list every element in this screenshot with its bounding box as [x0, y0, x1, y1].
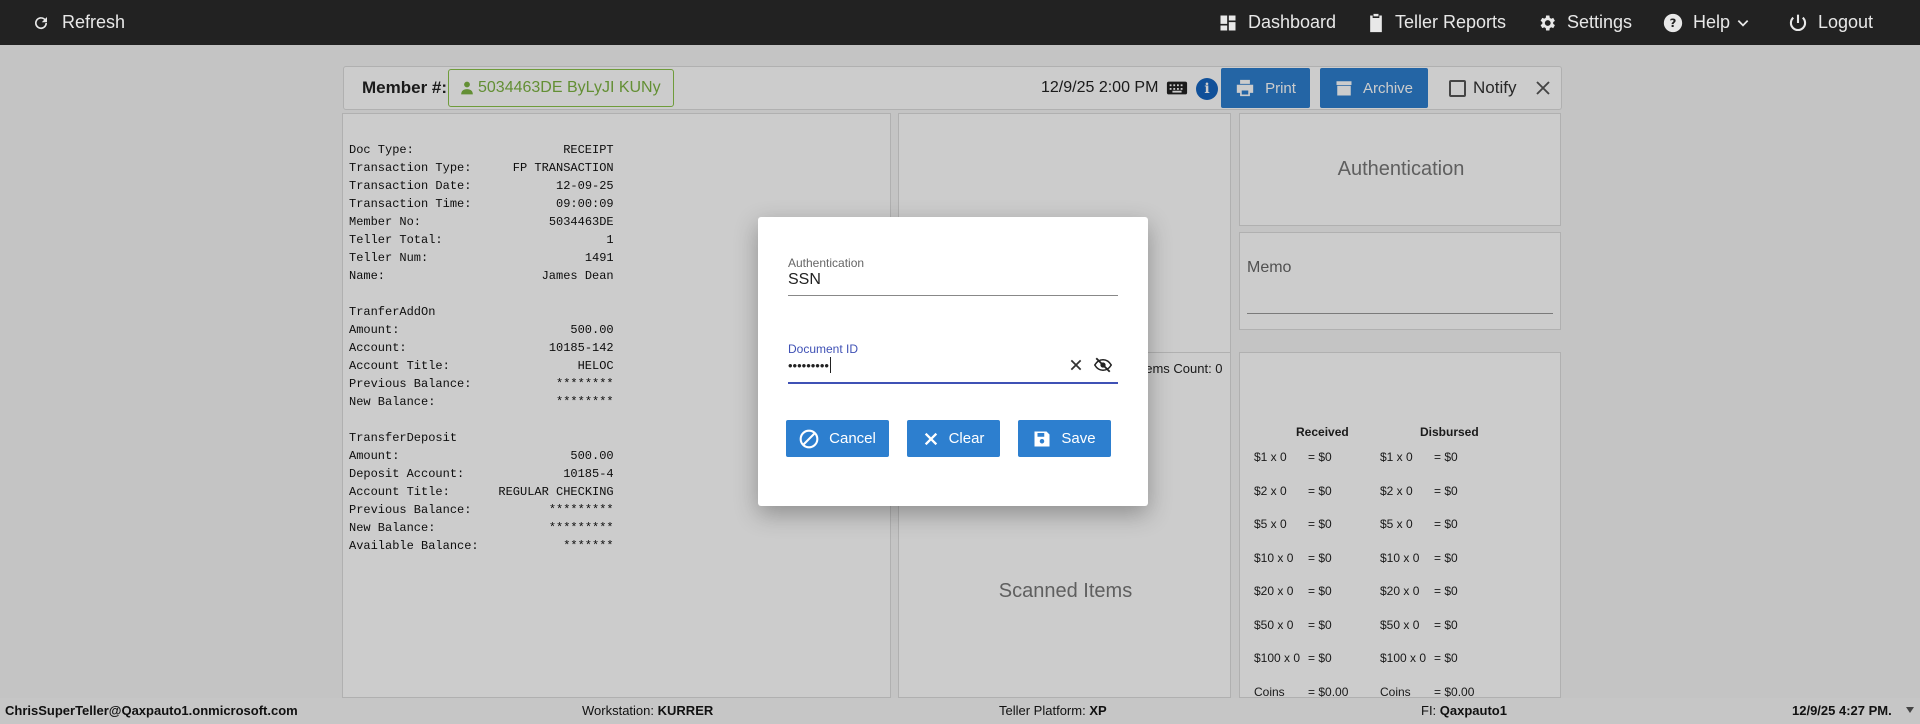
workstation-value: KURRER — [657, 703, 714, 718]
nav-help-label: Help — [1693, 12, 1731, 32]
status-time: 12/9/25 4:27 PM. — [1792, 703, 1892, 718]
nav-teller-reports-label: Teller Reports — [1395, 12, 1507, 32]
nav-settings[interactable]: Settings — [1537, 0, 1632, 45]
power-icon — [1789, 14, 1807, 31]
clear-button[interactable]: Clear — [907, 420, 1000, 457]
refresh-label: Refresh — [62, 12, 126, 32]
status-bar: ChrisSuperTeller@Qaxpauto1.onmicrosoft.c… — [0, 698, 1920, 724]
top-nav-bar: Refresh Dashboard Teller Reports Setting… — [0, 0, 1920, 45]
platform-label: Teller Platform: — [999, 703, 1086, 718]
fi-value: Qaxpauto1 — [1439, 703, 1507, 718]
svg-text:?: ? — [1670, 16, 1677, 30]
nav-help[interactable]: ? Help — [1663, 0, 1750, 45]
authentication-dialog: Authentication SSN Document ID •••••••••… — [758, 217, 1148, 506]
nav-dashboard-label: Dashboard — [1248, 12, 1337, 32]
document-id-value: ••••••••• — [788, 358, 829, 373]
document-id-input[interactable]: ••••••••• — [788, 357, 831, 373]
clear-field-icon[interactable] — [1069, 358, 1083, 372]
help-circle-icon: ? — [1663, 13, 1683, 32]
save-label: Save — [1061, 430, 1096, 447]
cancel-label: Cancel — [829, 430, 876, 447]
clipboard-icon — [1370, 13, 1382, 32]
text-caret — [829, 357, 831, 373]
refresh-icon — [35, 16, 48, 29]
nav-teller-reports[interactable]: Teller Reports — [1367, 0, 1506, 45]
document-id-label: Document ID — [788, 342, 859, 356]
status-user: ChrisSuperTeller@Qaxpauto1.onmicrosoft.c… — [5, 703, 298, 718]
refresh-button[interactable]: Refresh — [32, 0, 125, 45]
save-button[interactable]: Save — [1018, 420, 1111, 457]
nav-logout[interactable]: Logout — [1788, 0, 1873, 45]
authentication-field-value[interactable]: SSN — [788, 271, 821, 289]
status-workstation: Workstation: KURRER — [582, 703, 713, 718]
visibility-off-icon[interactable] — [1094, 357, 1112, 373]
save-icon — [1034, 431, 1050, 446]
close-icon — [924, 432, 937, 445]
chevron-down-icon — [1737, 19, 1749, 27]
cancel-button[interactable]: Cancel — [786, 420, 889, 457]
fi-label: FI: — [1421, 703, 1437, 718]
status-platform: Teller Platform: XP — [999, 703, 1107, 718]
scroll-down-arrow[interactable] — [1906, 707, 1914, 713]
nav-settings-label: Settings — [1567, 12, 1633, 32]
document-id-underline — [788, 382, 1118, 384]
authentication-field-label: Authentication — [788, 256, 865, 270]
authentication-select[interactable] — [788, 295, 1118, 296]
platform-value: XP — [1089, 703, 1107, 718]
nav-dashboard[interactable]: Dashboard — [1218, 0, 1336, 45]
nav-logout-label: Logout — [1818, 12, 1874, 32]
cancel-icon — [799, 429, 819, 448]
gear-icon — [1540, 15, 1555, 30]
workstation-label: Workstation: — [582, 703, 655, 718]
dashboard-icon — [1220, 15, 1236, 30]
status-fi: FI: Qaxpauto1 — [1421, 703, 1507, 718]
clear-label: Clear — [948, 430, 985, 447]
